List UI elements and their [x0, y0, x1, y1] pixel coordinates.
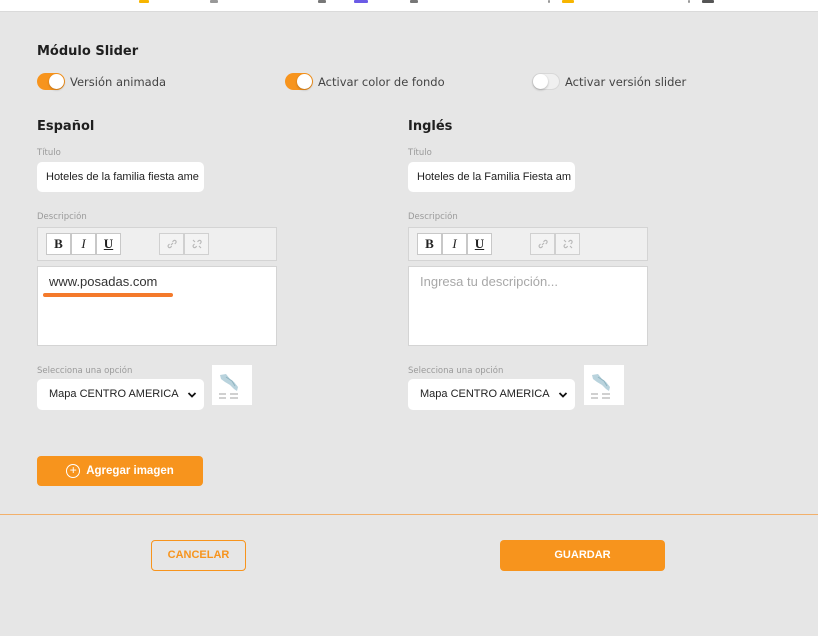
select-value: Mapa CENTRO AMERICA	[49, 388, 179, 400]
module-title: Módulo Slider	[37, 44, 139, 59]
english-title-input[interactable]: Hoteles de la Familia Fiesta am	[408, 162, 575, 192]
top-toolbar-strip	[0, 0, 818, 12]
chevron-down-icon	[187, 379, 197, 412]
underline-button[interactable]: U	[467, 233, 492, 255]
toggle-label: Activar versión slider	[565, 74, 687, 89]
footer-divider	[0, 514, 818, 515]
italic-button[interactable]: I	[442, 233, 467, 255]
underline-button[interactable]: U	[96, 233, 121, 255]
map-thumbnail-image	[212, 365, 252, 405]
toggle-switch[interactable]	[532, 73, 560, 90]
link-icon[interactable]	[530, 233, 555, 255]
toggle-label: Activar color de fondo	[318, 74, 445, 89]
unlink-icon[interactable]	[555, 233, 580, 255]
english-title-label: Título	[408, 148, 432, 158]
highlight-underline	[43, 293, 173, 297]
description-placeholder: Ingresa tu descripción...	[420, 274, 559, 289]
description-text: www.posadas.com	[49, 274, 158, 289]
select-value: Mapa CENTRO AMERICA	[420, 388, 550, 400]
spanish-title-label: Título	[37, 148, 61, 158]
english-description-label: Descripción	[408, 212, 458, 222]
spanish-description-editor[interactable]: www.posadas.com	[37, 266, 277, 346]
toggle-animated-version[interactable]: Versión animada	[37, 73, 166, 90]
toggle-switch[interactable]	[37, 73, 65, 90]
cancel-button[interactable]: CANCELAR	[151, 540, 246, 571]
english-heading: Inglés	[408, 119, 453, 134]
toggle-switch[interactable]	[285, 73, 313, 90]
english-select-label: Selecciona una opción	[408, 366, 504, 376]
bold-button[interactable]: B	[417, 233, 442, 255]
add-image-label: Agregar imagen	[86, 465, 174, 477]
spanish-heading: Español	[37, 119, 95, 134]
link-icon[interactable]	[159, 233, 184, 255]
toggle-background-color[interactable]: Activar color de fondo	[285, 73, 445, 90]
english-editor-toolbar: B I U	[408, 227, 648, 261]
toggle-label: Versión animada	[70, 74, 167, 89]
spanish-title-input[interactable]: Hoteles de la familia fiesta ame	[37, 162, 204, 192]
spanish-select-label: Selecciona una opción	[37, 366, 133, 376]
save-button[interactable]: GUARDAR	[500, 540, 665, 571]
spanish-editor-toolbar: B I U	[37, 227, 277, 261]
toggle-slider-version[interactable]: Activar versión slider	[532, 73, 686, 90]
plus-circle-icon: +	[66, 464, 81, 478]
bold-button[interactable]: B	[46, 233, 71, 255]
chevron-down-icon	[558, 379, 568, 412]
add-image-button[interactable]: + Agregar imagen	[37, 456, 203, 486]
map-thumbnail-image	[584, 365, 624, 405]
english-map-select[interactable]: Mapa CENTRO AMERICA	[408, 379, 575, 410]
spanish-description-label: Descripción	[37, 212, 87, 222]
spanish-map-select[interactable]: Mapa CENTRO AMERICA	[37, 379, 204, 410]
english-description-editor[interactable]: Ingresa tu descripción...	[408, 266, 648, 346]
italic-button[interactable]: I	[71, 233, 96, 255]
unlink-icon[interactable]	[184, 233, 209, 255]
